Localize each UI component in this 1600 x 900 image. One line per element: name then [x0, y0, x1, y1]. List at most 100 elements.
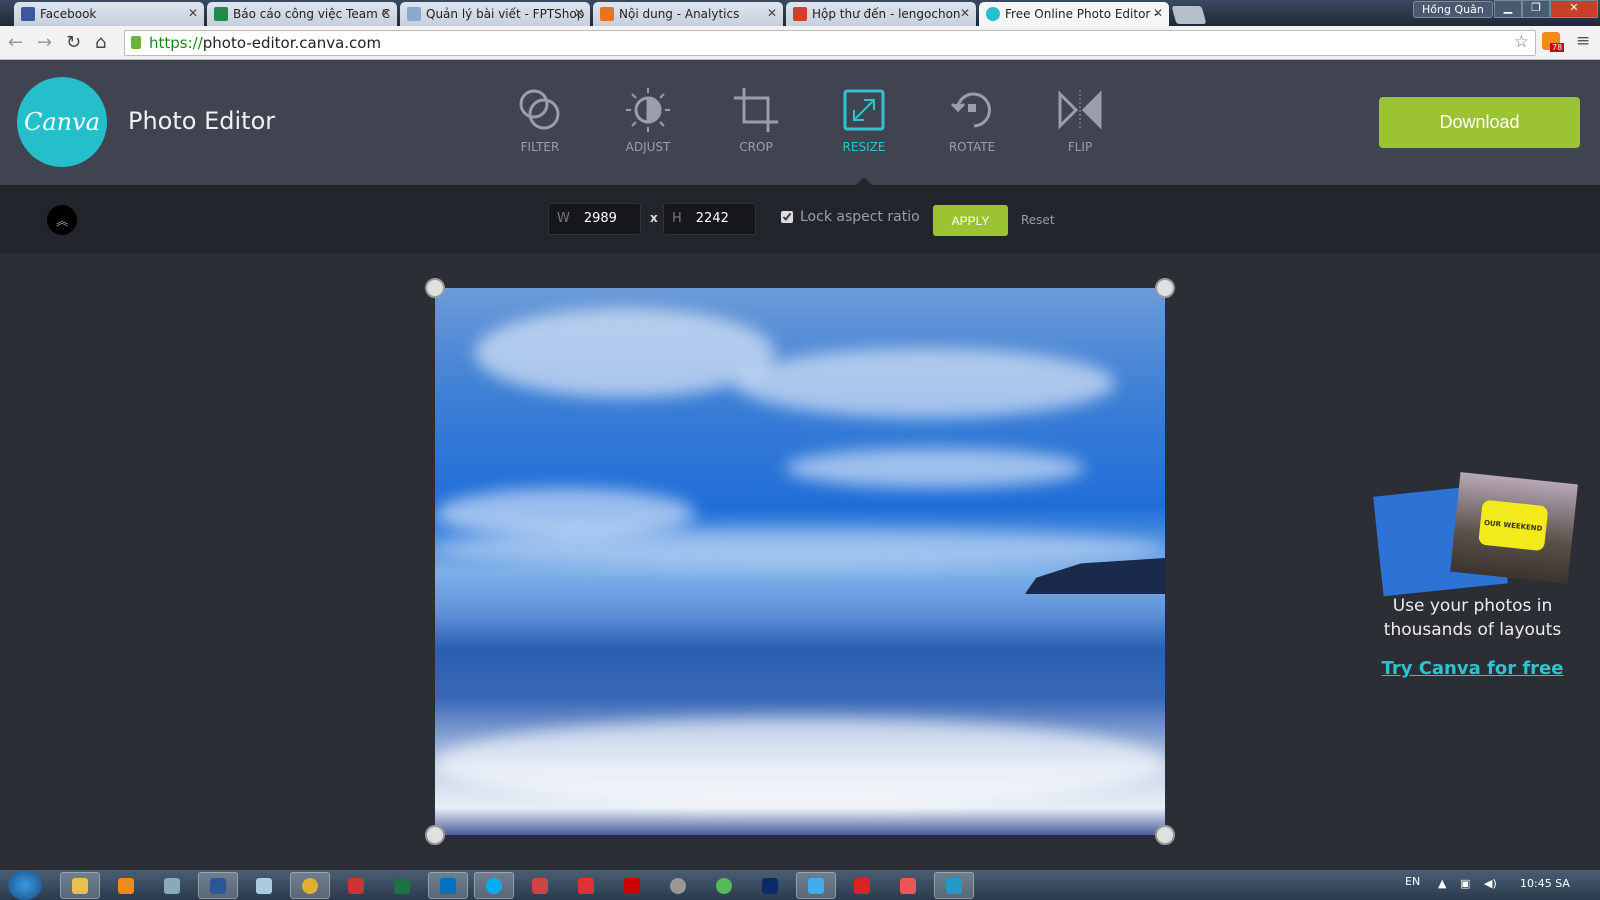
- width-input[interactable]: [583, 211, 634, 226]
- chat-taskbar-icon[interactable]: [796, 872, 836, 899]
- clock[interactable]: 10:45 SA: [1520, 877, 1570, 890]
- lock-aspect-checkbox[interactable]: [781, 211, 793, 223]
- tool-resize[interactable]: RESIZE: [819, 86, 909, 154]
- tool-adjust[interactable]: ADJUST: [603, 86, 693, 154]
- tool-rotate[interactable]: ROTATE: [927, 86, 1017, 154]
- width-label: W: [557, 211, 570, 226]
- forward-icon[interactable]: →: [37, 32, 52, 53]
- minimize-icon[interactable]: ▁: [1494, 0, 1522, 18]
- apply-button[interactable]: APPLY: [933, 205, 1008, 236]
- close-tab-icon[interactable]: ✕: [381, 6, 391, 20]
- height-input[interactable]: [695, 211, 746, 226]
- canva-icon: [986, 7, 1000, 21]
- tool-label: RESIZE: [842, 140, 886, 154]
- tab-title: Báo cáo công việc Team C: [233, 7, 390, 21]
- close-tab-icon[interactable]: ✕: [1153, 6, 1163, 20]
- tool-label: CROP: [739, 140, 773, 154]
- skype-taskbar-icon[interactable]: [474, 872, 514, 899]
- notepad-taskbar-icon[interactable]: [244, 872, 284, 899]
- home-icon[interactable]: ⌂: [95, 32, 106, 53]
- start-button[interactable]: [8, 870, 42, 900]
- volume-icon[interactable]: ◀): [1484, 877, 1497, 890]
- tray-expand-icon[interactable]: ▲: [1438, 877, 1446, 890]
- tab-title: Quản lý bài viết - FPTShop: [426, 7, 585, 21]
- rotate-icon: [950, 92, 991, 128]
- height-label: H: [672, 211, 682, 226]
- collapse-toolbar-button[interactable]: ︽: [47, 205, 77, 235]
- reload-icon[interactable]: ↻: [66, 32, 81, 53]
- tool-label: ROTATE: [948, 140, 996, 154]
- lock-icon: [131, 36, 141, 49]
- width-field[interactable]: W: [548, 203, 641, 235]
- tool-flip[interactable]: FLIP: [1035, 86, 1125, 154]
- resize-handle-top-right[interactable]: [1155, 278, 1175, 298]
- tab-fptshop[interactable]: Quản lý bài viết - FPTShop ✕: [400, 2, 590, 26]
- tab-canva[interactable]: Free Online Photo Editor - ✕: [979, 2, 1169, 26]
- tab-analytics[interactable]: Nội dung - Analytics ✕: [593, 2, 783, 26]
- photo-canvas[interactable]: [435, 288, 1165, 835]
- close-tab-icon[interactable]: ✕: [960, 6, 970, 20]
- try-canva-link[interactable]: Try Canva for free: [1370, 658, 1575, 679]
- close-tab-icon[interactable]: ✕: [767, 6, 777, 20]
- acrobat-taskbar-icon[interactable]: [612, 872, 652, 899]
- user-profile-button[interactable]: Hồng Quân: [1413, 1, 1493, 18]
- restore-icon[interactable]: ❐: [1522, 0, 1550, 18]
- media-player-taskbar-icon[interactable]: [106, 872, 146, 899]
- star-icon[interactable]: ☆: [1514, 32, 1529, 52]
- tab-title: Nội dung - Analytics: [619, 7, 740, 21]
- tool-crop[interactable]: CROP: [711, 86, 801, 154]
- tool-label: FILTER: [520, 140, 560, 154]
- new-tab-button[interactable]: [1171, 6, 1207, 24]
- tool-filter[interactable]: FILTER: [495, 86, 585, 154]
- tab-sheets[interactable]: Báo cáo công việc Team C ✕: [207, 2, 397, 26]
- analytics-icon: [600, 7, 614, 21]
- photo-headland: [1025, 558, 1165, 594]
- address-bar-row: ← → ↻ ⌂ https://photo-editor.canva.com ☆ …: [0, 26, 1600, 60]
- app-taskbar-icon[interactable]: [888, 872, 928, 899]
- promo-card-image: OUR WEEKEND: [1450, 472, 1578, 584]
- menu-icon[interactable]: ≡: [1576, 31, 1590, 51]
- explorer-taskbar-icon[interactable]: [60, 872, 100, 899]
- gmail-icon: [793, 7, 807, 21]
- app-taskbar-icon[interactable]: [336, 872, 376, 899]
- close-tab-icon[interactable]: ✕: [188, 6, 198, 20]
- app-taskbar-icon[interactable]: [704, 872, 744, 899]
- download-button[interactable]: Download: [1379, 97, 1580, 148]
- outlook-taskbar-icon[interactable]: [428, 872, 468, 899]
- app-taskbar-icon[interactable]: [934, 872, 974, 899]
- app-taskbar-icon[interactable]: [566, 872, 606, 899]
- app-taskbar-icon[interactable]: [520, 872, 560, 899]
- excel-taskbar-icon[interactable]: [382, 872, 422, 899]
- lock-aspect-label[interactable]: Lock aspect ratio: [800, 209, 920, 225]
- resize-handle-top-left[interactable]: [425, 278, 445, 298]
- app-taskbar-icon[interactable]: [842, 872, 882, 899]
- height-field[interactable]: H: [663, 203, 756, 235]
- promo-card-badge: OUR WEEKEND: [1478, 499, 1549, 552]
- close-tab-icon[interactable]: ✕: [574, 6, 584, 20]
- back-icon[interactable]: ←: [8, 32, 23, 53]
- network-icon[interactable]: ▣: [1460, 877, 1470, 890]
- tab-gmail[interactable]: Hộp thư đến - lengochon ✕: [786, 2, 976, 26]
- logo-text: Canva: [24, 108, 100, 136]
- language-indicator[interactable]: EN: [1405, 875, 1420, 888]
- promo-line: thousands of layouts: [1383, 620, 1562, 640]
- flip-icon: [1058, 90, 1102, 130]
- tab-facebook[interactable]: Facebook ✕: [14, 2, 204, 26]
- word-taskbar-icon[interactable]: [198, 872, 238, 899]
- adjust-icon: [626, 88, 670, 132]
- resize-handle-bottom-left[interactable]: [425, 825, 445, 845]
- url-input[interactable]: https://photo-editor.canva.com ☆: [124, 30, 1536, 56]
- close-window-icon[interactable]: ✕: [1550, 0, 1598, 18]
- rss-badge: 78: [1550, 43, 1565, 52]
- app-taskbar-icon[interactable]: [658, 872, 698, 899]
- editor-header: Canva Photo Editor FILTER ADJUST CROP RE…: [0, 60, 1600, 185]
- app-taskbar-icon[interactable]: [152, 872, 192, 899]
- active-tool-pointer: [856, 177, 872, 185]
- chevron-double-up-icon: ︽: [55, 213, 68, 228]
- photoshop-taskbar-icon[interactable]: [750, 872, 790, 899]
- canva-logo[interactable]: Canva: [17, 77, 107, 167]
- resize-handle-bottom-right[interactable]: [1155, 825, 1175, 845]
- windows-taskbar: EN ▲ ▣ ◀) 10:45 SA: [0, 870, 1600, 900]
- reset-link[interactable]: Reset: [1021, 213, 1055, 227]
- chrome-taskbar-icon[interactable]: [290, 872, 330, 899]
